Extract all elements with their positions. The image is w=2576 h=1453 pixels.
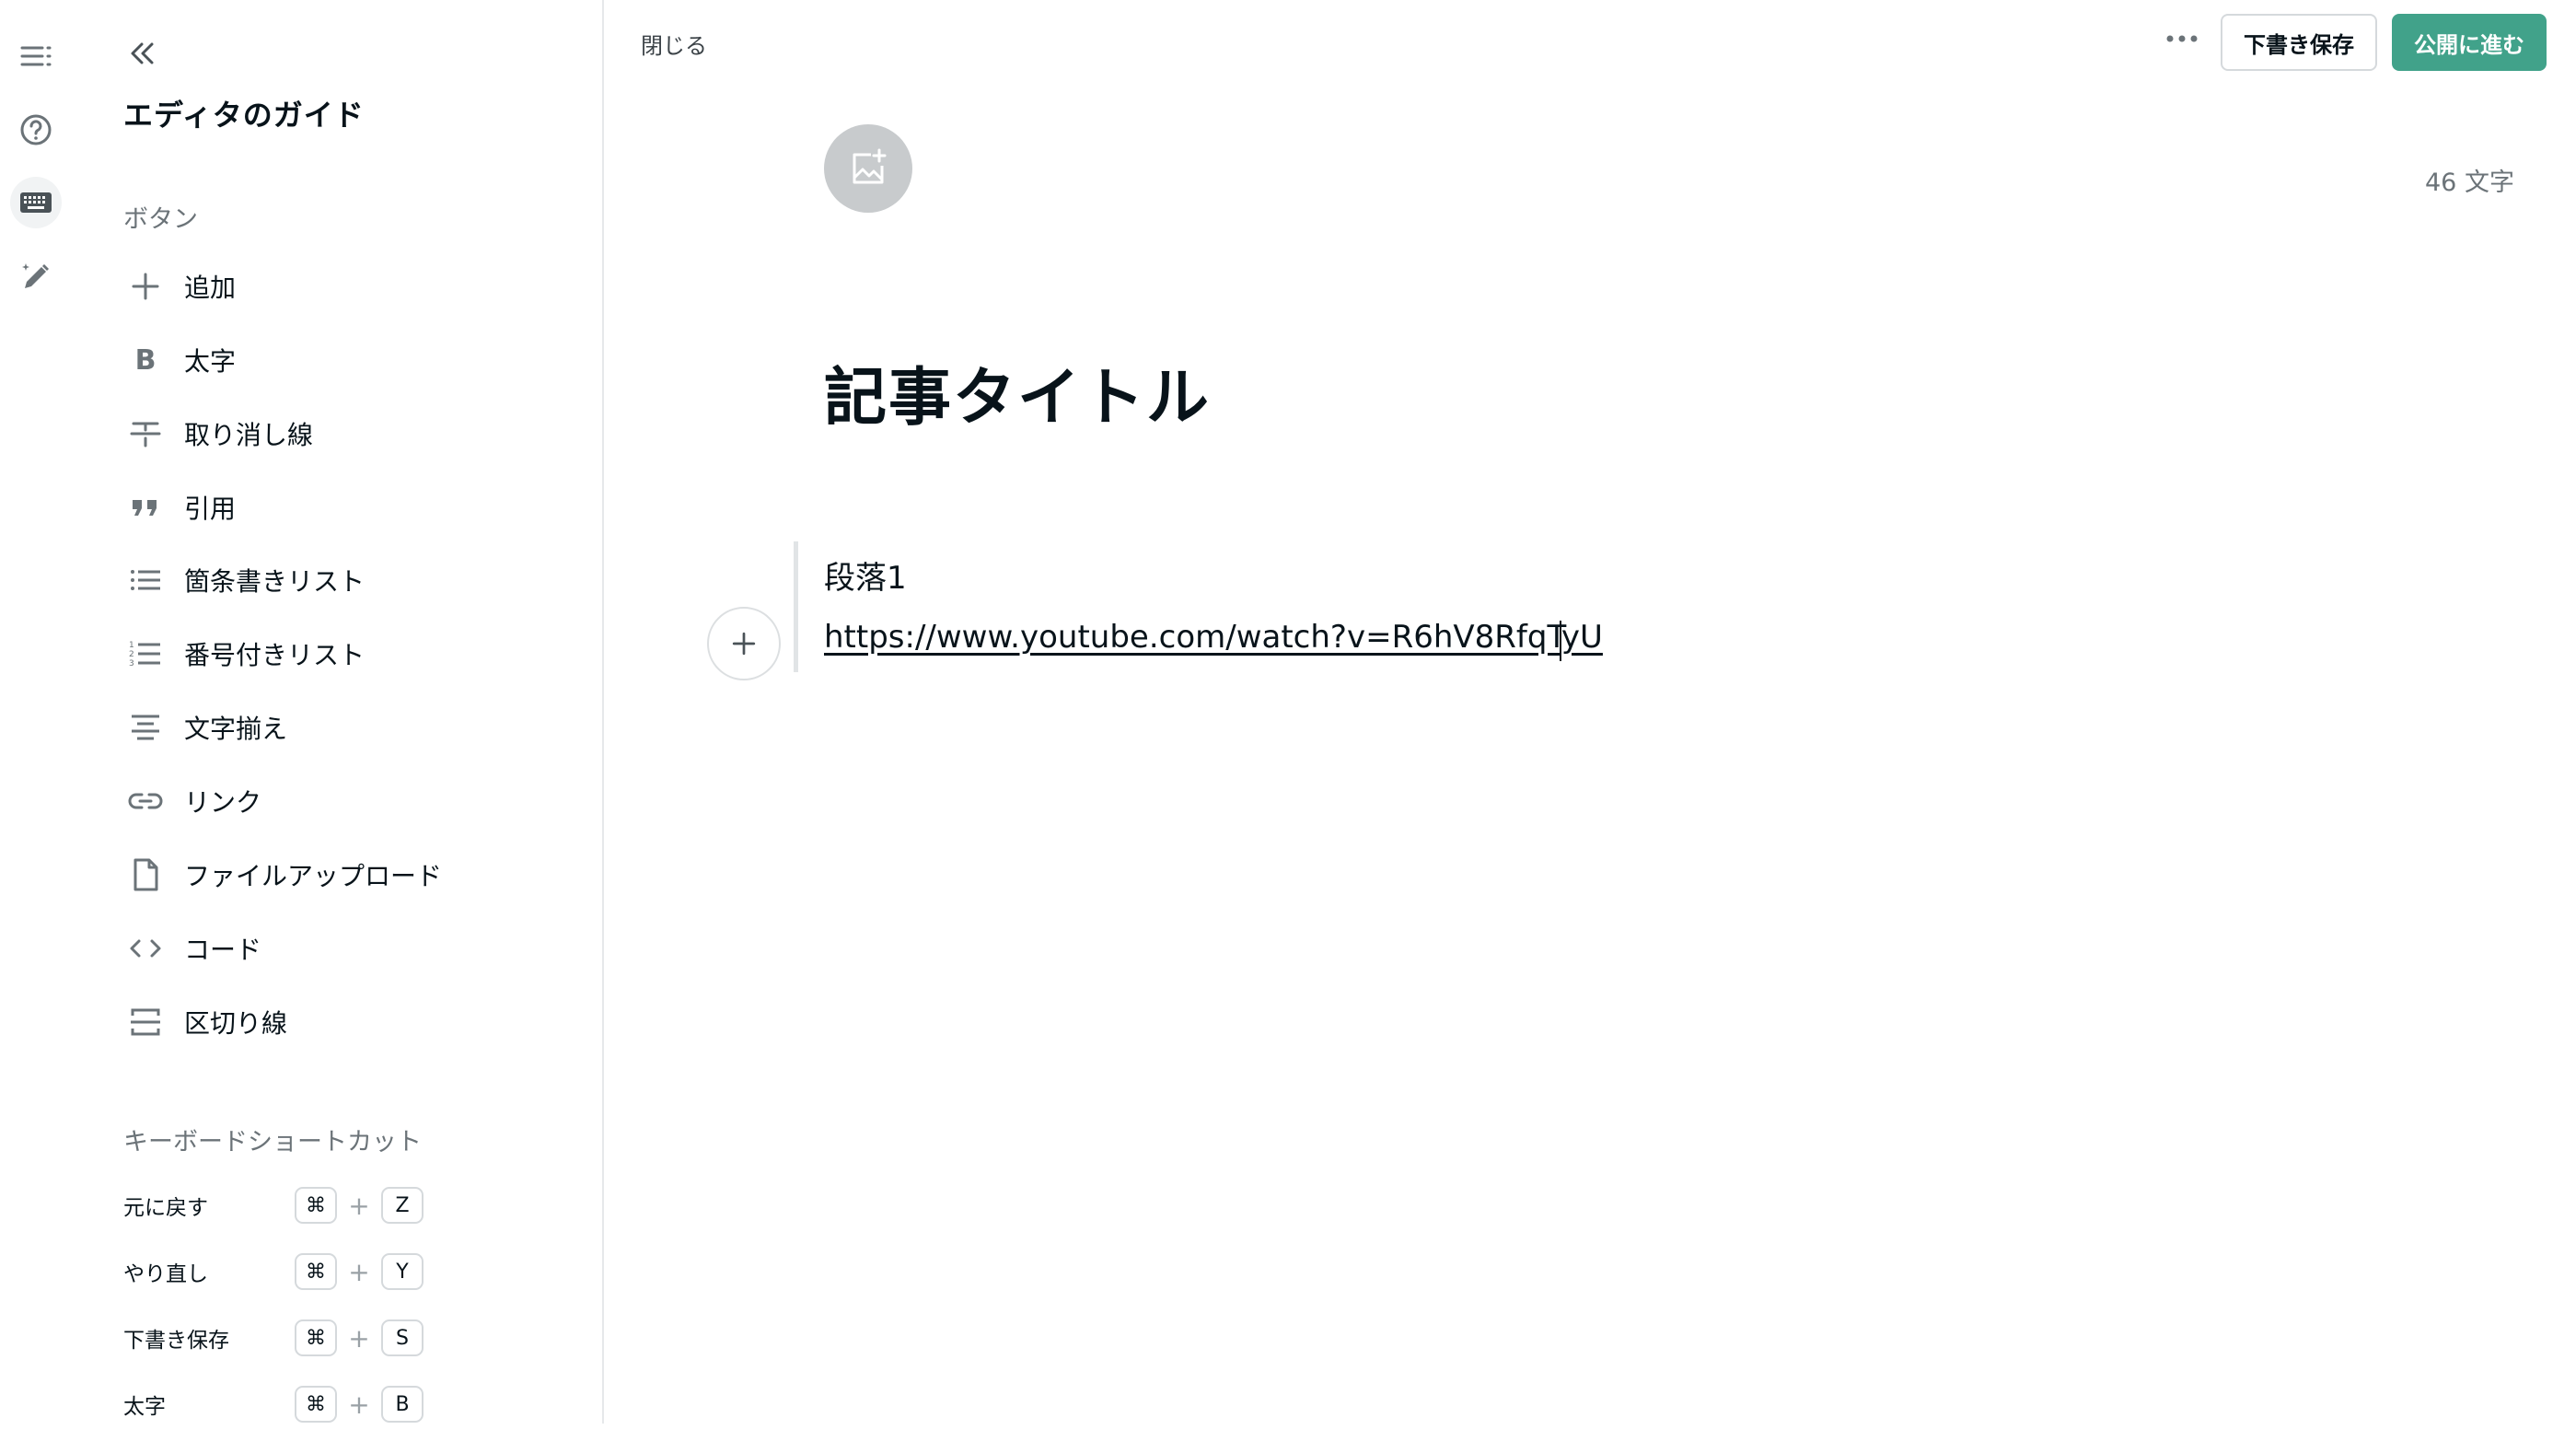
- magic-pen-icon: [22, 263, 49, 288]
- paragraph-block[interactable]: 段落1: [824, 552, 907, 598]
- guide-item-bulleted-list: 箇条書きリスト: [123, 552, 547, 608]
- add-cover-image-button[interactable]: [824, 124, 912, 213]
- strikethrough-icon: [130, 422, 161, 448]
- guide-item-numbered-list: 123 番号付きリスト: [123, 626, 547, 681]
- publish-button[interactable]: 公開に進む: [2392, 14, 2547, 71]
- guide-item-bold: B 太字: [123, 332, 547, 388]
- editor-guide-sidebar: エディタのガイド ボタン 追加 B 太字 取り消し線 引用 箇条書きリスト 12…: [72, 0, 604, 1424]
- save-draft-button[interactable]: 下書き保存: [2221, 14, 2377, 71]
- plus-icon: [132, 273, 159, 300]
- guide-item-label: リンク: [184, 787, 262, 818]
- icon-rail: [0, 0, 72, 1453]
- ai-assist-button[interactable]: [10, 250, 62, 302]
- link-icon: [128, 793, 163, 809]
- character-count: 46 文字: [2425, 169, 2514, 197]
- svg-text:1: 1: [129, 641, 134, 650]
- plus-icon: [732, 632, 756, 656]
- guide-item-strikethrough: 取り消し線: [123, 406, 547, 461]
- command-key: ⌘: [295, 1319, 337, 1356]
- guide-item-code: コード: [123, 921, 547, 976]
- shortcut-row: 元に戻す ⌘ + Z: [123, 1185, 424, 1226]
- guide-item-label: コード: [184, 935, 262, 965]
- help-icon: [20, 114, 52, 145]
- guide-item-label: 引用: [184, 494, 237, 524]
- guide-item-quote: 引用: [123, 480, 547, 535]
- keyboard-guide-button[interactable]: [10, 177, 62, 228]
- command-key: ⌘: [295, 1253, 337, 1290]
- command-key: ⌘: [295, 1187, 337, 1224]
- guide-item-divider: 区切り線: [123, 994, 547, 1050]
- bulleted-list-icon: [131, 570, 160, 590]
- guide-item-label: 追加: [184, 273, 237, 303]
- guide-item-label: 文字揃え: [184, 714, 288, 744]
- quote-icon: [133, 500, 157, 516]
- plus-sign: +: [348, 1389, 370, 1420]
- article-title-input[interactable]: 記事タイトル: [824, 346, 1211, 437]
- plus-sign: +: [348, 1256, 370, 1287]
- svg-text:B: B: [135, 344, 157, 377]
- file-icon: [133, 858, 158, 891]
- bold-icon: B: [135, 344, 157, 377]
- letter-key: S: [381, 1319, 424, 1356]
- command-key: ⌘: [295, 1386, 337, 1423]
- shortcut-name: 下書き保存: [123, 1329, 229, 1353]
- block-focus-bar: [794, 541, 798, 672]
- guide-item-link: リンク: [123, 773, 547, 829]
- shortcut-name: やり直し: [123, 1262, 208, 1286]
- guide-item-label: 箇条書きリスト: [184, 566, 366, 597]
- letter-key: B: [381, 1386, 424, 1423]
- guide-title: エディタのガイド: [123, 98, 365, 133]
- letter-key: Y: [381, 1253, 424, 1290]
- shortcut-row: やり直し ⌘ + Y: [123, 1251, 424, 1292]
- code-icon: [130, 939, 161, 958]
- divider-icon: [131, 1008, 160, 1036]
- keyboard-icon: [20, 192, 52, 213]
- plus-sign: +: [348, 1190, 370, 1221]
- guide-item-file-upload: ファイルアップロード: [123, 847, 547, 902]
- shortcut-row: 太字 ⌘ + B: [123, 1384, 424, 1424]
- guide-item-label: 太字: [184, 346, 237, 377]
- shortcut-row: 下書き保存 ⌘ + S: [123, 1318, 424, 1358]
- more-icon[interactable]: [2162, 20, 2202, 57]
- align-center-icon: [132, 715, 159, 740]
- guide-item-label: 区切り線: [184, 1008, 288, 1039]
- guide-item-align: 文字揃え: [123, 700, 547, 755]
- shortcut-name: 太字: [123, 1395, 166, 1419]
- menu-button[interactable]: [10, 30, 62, 82]
- svg-text:2: 2: [129, 650, 134, 659]
- text-caret: [1560, 621, 1561, 661]
- guide-item-label: ファイルアップロード: [184, 861, 443, 891]
- shortcut-name: 元に戻す: [123, 1196, 208, 1220]
- add-block-button[interactable]: [707, 607, 781, 680]
- menu-icon: [20, 46, 52, 66]
- svg-text:3: 3: [129, 659, 134, 668]
- guide-item-label: 番号付きリスト: [184, 640, 366, 670]
- bottom-strip: [0, 1424, 2576, 1453]
- letter-key: Z: [381, 1187, 424, 1224]
- add-image-icon: [853, 148, 887, 184]
- guide-item-add: 追加: [123, 259, 547, 314]
- plus-sign: +: [348, 1322, 370, 1354]
- shortcuts-heading: キーボードショートカット: [123, 1128, 422, 1157]
- chevron-double-left-icon[interactable]: [123, 35, 160, 72]
- guide-item-label: 取り消し線: [184, 420, 314, 450]
- help-button[interactable]: [10, 104, 62, 156]
- close-link[interactable]: 閉じる: [641, 28, 707, 60]
- numbered-list-icon: 123: [129, 641, 160, 668]
- buttons-heading: ボタン: [123, 205, 198, 234]
- url-paragraph-block[interactable]: https://www.youtube.com/watch?v=R6hV8Rfq…: [824, 619, 1603, 656]
